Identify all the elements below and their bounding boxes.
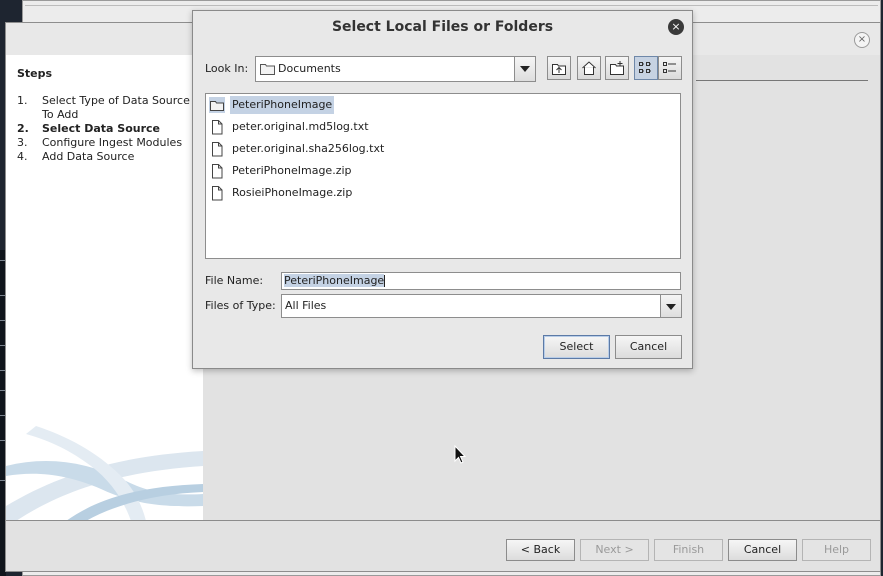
steps-panel: Steps 1. Select Type of Data Source To A… [6, 55, 203, 521]
folder-icon [260, 64, 275, 75]
list-item[interactable]: RosieiPhoneImage.zip [209, 183, 358, 203]
step-number: 1. [17, 94, 28, 107]
look-in-combobox[interactable]: Documents [255, 56, 536, 82]
up-folder-icon [552, 64, 566, 75]
step-item-active: 2. Select Data Source [17, 122, 203, 136]
chevron-down-icon[interactable] [514, 57, 535, 81]
folder-icon [209, 97, 225, 113]
help-button[interactable]: Help [802, 539, 871, 561]
file-name: PeteriPhoneImage [230, 96, 335, 114]
files-of-type-combobox[interactable]: All Files [281, 294, 682, 318]
up-folder-button[interactable] [547, 56, 571, 80]
step-number: 3. [17, 136, 28, 149]
details-view-icon [663, 62, 676, 73]
list-item[interactable]: PeteriPhoneImage.zip [209, 161, 358, 181]
steps-title: Steps [17, 67, 53, 80]
step-item: 4. Add Data Source [17, 150, 203, 164]
file-icon [212, 120, 223, 135]
files-of-type-label: Files of Type: [205, 299, 276, 312]
file-name-label: File Name: [205, 274, 264, 287]
details-view-button[interactable] [658, 56, 682, 80]
file-name: peter.original.sha256log.txt [232, 142, 385, 155]
step-label: Add Data Source [42, 150, 135, 163]
file-chooser-dialog: Select Local Files or Folders × Look In:… [192, 10, 693, 369]
file-icon [212, 186, 223, 201]
step-item: 3. Configure Ingest Modules [17, 136, 203, 150]
file-name-input[interactable]: PeteriPhoneImage [281, 272, 681, 290]
file-icon [212, 142, 223, 157]
finish-button[interactable]: Finish [654, 539, 723, 561]
back-button[interactable]: < Back [506, 539, 575, 561]
step-label: Select Type of Data Source To Add [42, 94, 190, 121]
wizard-close-icon[interactable]: × [854, 32, 870, 48]
dialog-close-icon[interactable]: × [668, 19, 684, 35]
chevron-down-icon[interactable] [660, 295, 681, 317]
file-name: peter.original.md5log.txt [232, 120, 369, 133]
file-name-value: PeteriPhoneImage [284, 274, 385, 287]
home-button[interactable] [577, 56, 601, 80]
step-item: 1. Select Type of Data Source To Add [17, 94, 203, 122]
file-icon [212, 164, 223, 179]
divider [696, 80, 868, 81]
dialog-cancel-button[interactable]: Cancel [615, 335, 682, 359]
list-item[interactable]: peter.original.sha256log.txt [209, 139, 390, 159]
select-button[interactable]: Select [543, 335, 610, 359]
look-in-label: Look In: [205, 62, 249, 75]
wizard-cancel-button[interactable]: Cancel [728, 539, 797, 561]
list-view-icon [639, 62, 652, 73]
new-folder-icon [610, 61, 624, 75]
list-item[interactable]: PeteriPhoneImage [209, 95, 338, 115]
file-name: RosieiPhoneImage.zip [232, 186, 353, 199]
new-folder-button[interactable] [605, 56, 629, 80]
step-label: Configure Ingest Modules [42, 136, 183, 149]
file-name: PeteriPhoneImage.zip [232, 164, 352, 177]
list-view-button[interactable] [634, 56, 658, 80]
step-number: 4. [17, 150, 28, 163]
look-in-value: Documents [278, 62, 341, 75]
dialog-title: Select Local Files or Folders [331, 19, 554, 35]
file-list[interactable]: PeteriPhoneImage peter.original.md5log.t… [205, 93, 681, 259]
step-label: Select Data Source [42, 122, 161, 135]
steps-list: 1. Select Type of Data Source To Add 2. … [17, 94, 203, 164]
text-caret [384, 275, 386, 287]
wizard-footer-divider [6, 520, 880, 521]
home-icon [582, 61, 596, 75]
files-of-type-value: All Files [285, 299, 327, 312]
autopsy-logo-swoosh [6, 426, 203, 521]
next-button[interactable]: Next > [580, 539, 649, 561]
step-number: 2. [17, 122, 29, 135]
list-item[interactable]: peter.original.md5log.txt [209, 117, 375, 137]
mouse-pointer-icon [454, 445, 467, 464]
